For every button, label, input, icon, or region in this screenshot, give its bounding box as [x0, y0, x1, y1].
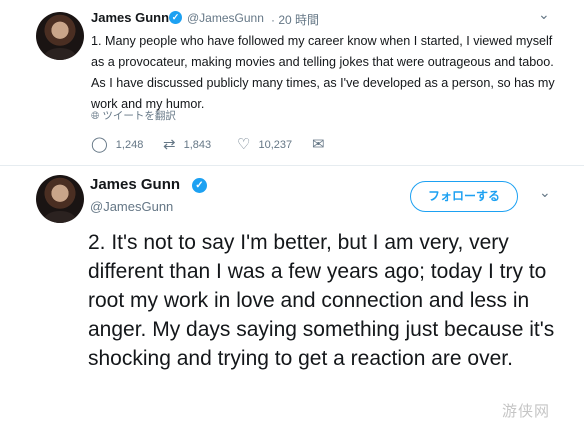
retweet-icon: ⇄ — [163, 136, 176, 153]
avatar[interactable] — [36, 175, 84, 223]
translate-label: ツイートを翻訳 — [102, 110, 176, 122]
verified-badge-icon: ✓ — [192, 178, 207, 193]
author-handle[interactable]: @JamesGunn — [187, 11, 264, 25]
retweet-button[interactable]: ⇄ 1,843 — [163, 137, 211, 152]
retweet-count: 1,843 — [183, 138, 212, 151]
chevron-down-icon[interactable]: ⌄ — [538, 6, 550, 23]
reply-count: 1,248 — [115, 138, 144, 151]
envelope-icon: ✉ — [312, 136, 325, 153]
verified-badge-icon: ✓ — [169, 11, 182, 24]
watermark: 游侠网 — [502, 403, 551, 420]
chevron-down-icon[interactable]: ⌄ — [539, 184, 551, 201]
tweet-text: 1. Many people who have followed my care… — [91, 34, 555, 111]
message-button[interactable]: ✉ — [312, 137, 325, 152]
reply-icon: ◯ — [91, 136, 108, 153]
author-name[interactable]: James Gunn — [90, 176, 180, 193]
author-name[interactable]: James Gunn — [91, 10, 169, 25]
like-count: 10,237 — [258, 138, 293, 151]
tweet-text: 2. It's not to say I'm better, but I am … — [88, 231, 555, 370]
tweet-time[interactable]: · 20 時間 — [271, 11, 319, 28]
like-button[interactable]: ♡ 10,237 — [237, 137, 292, 152]
translate-link[interactable]: 🌐︎ ツイートを翻訳 — [91, 108, 176, 123]
globe-icon: 🌐︎ — [91, 110, 100, 122]
reply-button[interactable]: ◯ 1,248 — [91, 137, 143, 152]
divider — [0, 165, 584, 166]
avatar[interactable] — [36, 12, 84, 60]
follow-button[interactable]: フォローする — [410, 181, 518, 212]
heart-icon: ♡ — [237, 136, 251, 153]
author-handle[interactable]: @JamesGunn — [90, 199, 173, 214]
